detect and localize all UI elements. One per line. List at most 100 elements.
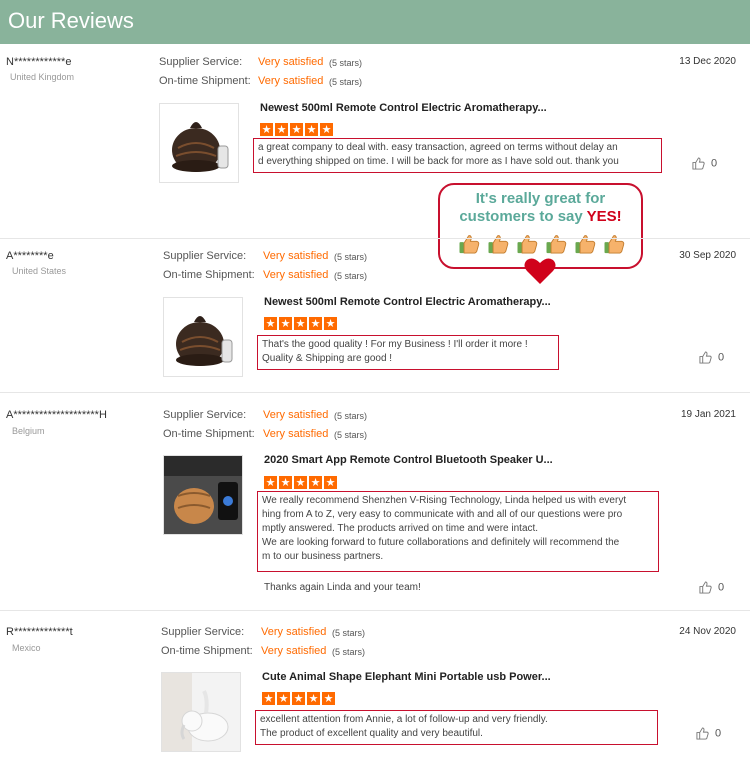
callout-line1: It's really great for	[475, 190, 606, 207]
review-text-line: hing from A to Z, very easy to communica…	[262, 509, 623, 520]
review-text-line: Quality & Shipping are good !	[262, 353, 393, 364]
supplier-service-rating: Very satisfied	[258, 56, 324, 68]
review-date: 30 Sep 2020	[679, 250, 736, 261]
star-icon	[307, 691, 320, 706]
like-button[interactable]: 0	[699, 581, 724, 594]
supplier-service-label: Supplier Service:	[163, 409, 247, 421]
review-text-line: m to our business partners.	[262, 551, 384, 562]
supplier-service-label: Supplier Service:	[163, 250, 247, 262]
star-icon	[262, 691, 275, 706]
thumbs-up-icon	[699, 351, 712, 364]
like-button[interactable]: 0	[696, 727, 721, 740]
ontime-shipment-rating: Very satisfied	[261, 645, 327, 657]
review-text-line: excellent attention from Annie, a lot of…	[260, 714, 548, 725]
star-icon	[309, 475, 322, 490]
buyer-name: A********e	[6, 250, 54, 262]
buyer-country: United States	[12, 266, 67, 276]
star-icon	[309, 316, 322, 331]
supplier-service-stars: (5 stars)	[332, 628, 366, 638]
callout-line2: customers to say YES!	[440, 208, 641, 225]
star-icon	[292, 691, 305, 706]
page-title: Our Reviews	[8, 8, 134, 33]
header-bar: Our Reviews	[0, 0, 750, 44]
star-icon	[279, 316, 292, 331]
review-text: a great company to deal with. easy trans…	[253, 138, 662, 173]
review-date: 24 Nov 2020	[679, 626, 736, 637]
star-icon	[264, 316, 277, 331]
ontime-shipment-rating: Very satisfied	[263, 269, 329, 281]
review-text: That's the good quality ! For my Busines…	[257, 335, 559, 370]
callout-line2-prefix: customers to say	[459, 208, 583, 225]
buyer-country: Belgium	[12, 426, 45, 436]
product-title[interactable]: Newest 500ml Remote Control Electric Aro…	[260, 102, 547, 114]
review-card: R*************t Mexico Supplier Service:…	[0, 614, 750, 779]
review-text-line: That's the good quality ! For my Busines…	[262, 339, 528, 350]
ontime-shipment-stars: (5 stars)	[334, 271, 368, 281]
buyer-country: Mexico	[12, 643, 41, 653]
diffuser-image	[164, 298, 242, 376]
star-icon	[275, 122, 288, 137]
buyer-name: N************e	[6, 56, 72, 68]
buyer-name: R*************t	[6, 626, 73, 638]
diffuser-image	[160, 104, 238, 182]
review-text-line: The product of excellent quality and ver…	[260, 728, 483, 739]
review-stars	[260, 122, 335, 137]
review-stars	[264, 316, 339, 331]
star-icon	[290, 122, 303, 137]
ontime-shipment-label: On-time Shipment:	[163, 428, 255, 440]
star-icon	[279, 475, 292, 490]
star-icon	[264, 475, 277, 490]
product-title[interactable]: 2020 Smart App Remote Control Bluetooth …	[264, 454, 553, 466]
divider	[0, 392, 750, 393]
star-icon	[305, 122, 318, 137]
star-icon	[260, 122, 273, 137]
callout-yes: YES!	[586, 208, 622, 225]
review-card: A********e United States Supplier Servic…	[0, 238, 750, 392]
like-count: 0	[718, 351, 725, 364]
product-title[interactable]: Cute Animal Shape Elephant Mini Portable…	[262, 671, 551, 683]
review-text-line: d everything shipped on time. I will be …	[258, 156, 619, 167]
review-date: 19 Jan 2021	[680, 409, 736, 420]
review-extra-text: Thanks again Linda and your team!	[264, 582, 421, 593]
review-stars	[264, 475, 339, 490]
like-count: 0	[718, 581, 725, 594]
thumbs-up-icon	[696, 727, 709, 740]
buyer-name: A********************H	[6, 409, 107, 421]
like-count: 0	[715, 727, 722, 740]
product-thumbnail[interactable]	[159, 103, 239, 183]
star-icon	[322, 691, 335, 706]
star-icon	[324, 475, 337, 490]
like-button[interactable]: 0	[699, 351, 724, 364]
thumbs-up-icon	[692, 157, 705, 170]
star-icon	[294, 316, 307, 331]
elephant-image	[162, 673, 240, 751]
supplier-service-stars: (5 stars)	[334, 411, 368, 421]
ontime-shipment-label: On-time Shipment:	[161, 645, 253, 657]
review-text: excellent attention from Annie, a lot of…	[255, 710, 658, 745]
product-title[interactable]: Newest 500ml Remote Control Electric Aro…	[264, 296, 551, 308]
ontime-shipment-stars: (5 stars)	[329, 77, 363, 87]
supplier-service-rating: Very satisfied	[263, 250, 329, 262]
star-icon	[324, 316, 337, 331]
ontime-shipment-label: On-time Shipment:	[163, 269, 255, 281]
ontime-shipment-rating: Very satisfied	[263, 428, 329, 440]
supplier-service-label: Supplier Service:	[159, 56, 243, 68]
supplier-service-label: Supplier Service:	[161, 626, 245, 638]
supplier-service-stars: (5 stars)	[334, 252, 368, 262]
star-icon	[320, 122, 333, 137]
supplier-service-rating: Very satisfied	[263, 409, 329, 421]
thumbs-up-icon	[699, 581, 712, 594]
star-icon	[277, 691, 290, 706]
product-thumbnail[interactable]	[161, 672, 241, 752]
ontime-shipment-label: On-time Shipment:	[159, 75, 251, 87]
review-text-line: We really recommend Shenzhen V-Rising Te…	[262, 495, 627, 506]
product-thumbnail[interactable]	[163, 297, 243, 377]
review-text-line: We are looking forward to future collabo…	[262, 537, 620, 548]
speaker-image	[164, 456, 242, 534]
like-count: 0	[711, 157, 718, 170]
like-button[interactable]: 0	[692, 157, 717, 170]
review-text: We really recommend Shenzhen V-Rising Te…	[257, 491, 659, 572]
review-card: A********************H Belgium Supplier …	[0, 397, 750, 610]
ontime-shipment-rating: Very satisfied	[258, 75, 324, 87]
product-thumbnail[interactable]	[163, 455, 243, 535]
